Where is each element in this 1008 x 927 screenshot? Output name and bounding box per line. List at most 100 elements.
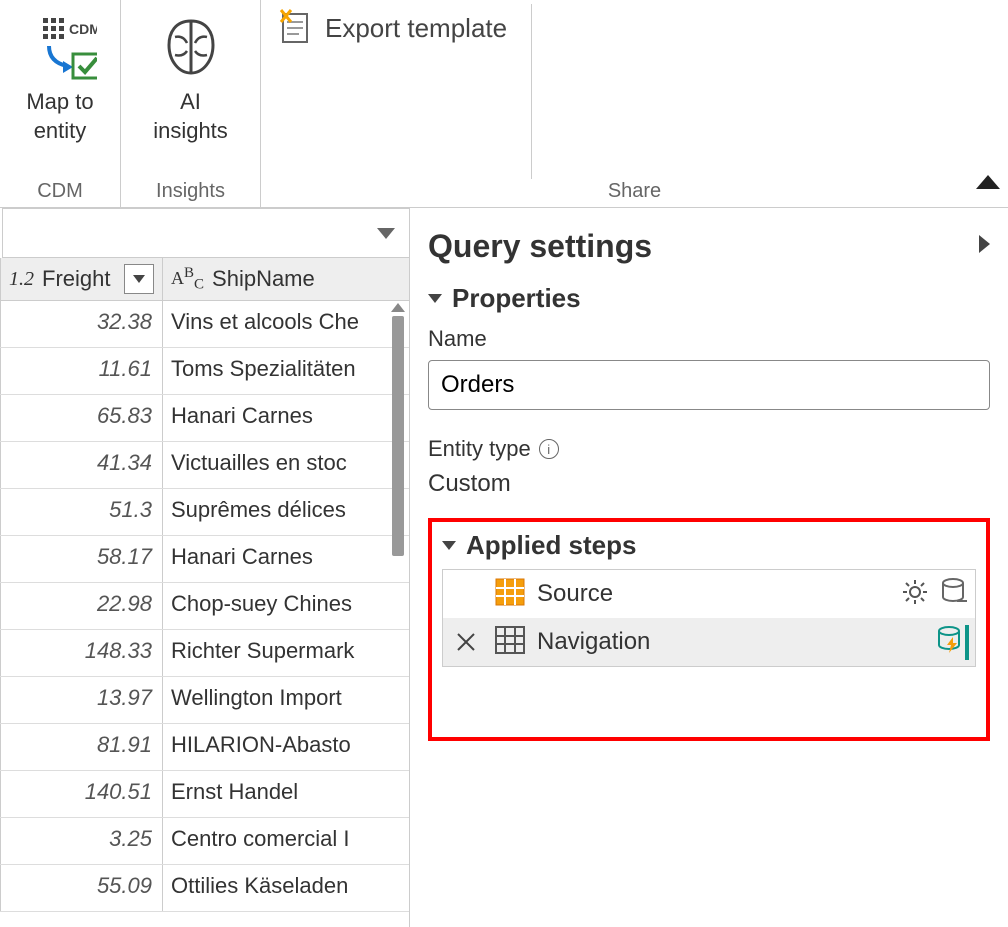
- table-row[interactable]: 22.98Chop-suey Chines: [0, 583, 409, 630]
- applied-steps-title: Applied steps: [466, 530, 636, 561]
- applied-steps-header[interactable]: Applied steps: [442, 530, 976, 561]
- data-preview-pane: 1.2 Freight ABC ShipName 32.38Vins et al…: [0, 208, 410, 927]
- scroll-up-icon: [391, 303, 405, 312]
- cell-freight[interactable]: 32.38: [0, 301, 163, 347]
- cell-shipname[interactable]: Victuailles en stoc: [163, 442, 409, 488]
- cell-freight[interactable]: 51.3: [0, 489, 163, 535]
- applied-step-source[interactable]: Source: [443, 570, 975, 618]
- export-template-icon: [277, 8, 313, 49]
- table-row[interactable]: 55.09Ottilies Käseladen: [0, 865, 409, 912]
- cell-freight[interactable]: 148.33: [0, 630, 163, 676]
- ribbon-group-label-insights: Insights: [156, 174, 225, 203]
- chevron-down-icon: [377, 228, 395, 239]
- step-name: Navigation: [537, 628, 925, 656]
- column-header-shipname[interactable]: ABC ShipName: [163, 258, 409, 300]
- column-header-freight[interactable]: 1.2 Freight: [0, 258, 163, 300]
- ribbon: CDM Map to entity CDM AI insights Insigh…: [0, 0, 1008, 208]
- entity-type-label-text: Entity type: [428, 436, 531, 462]
- chevron-down-icon: [428, 294, 442, 303]
- cell-freight[interactable]: 3.25: [0, 818, 163, 864]
- gear-icon[interactable]: [901, 578, 929, 611]
- ribbon-group-cdm: CDM Map to entity CDM: [0, 0, 120, 207]
- caret-down-icon: [133, 275, 145, 283]
- applied-steps-section: Applied steps Source: [428, 518, 990, 741]
- ribbon-group-share: Export template Share: [260, 0, 1008, 207]
- ribbon-group-label-share: Share: [261, 174, 1008, 203]
- table-row[interactable]: 3.25Centro comercial I: [0, 818, 409, 865]
- map-to-entity-button[interactable]: CDM Map to entity: [15, 8, 105, 149]
- cell-shipname[interactable]: Toms Spezialitäten: [163, 348, 409, 394]
- svg-text:CDM: CDM: [69, 21, 97, 37]
- chevron-down-icon: [442, 541, 456, 550]
- query-settings-header: Query settings: [428, 228, 990, 265]
- decimal-type-icon: 1.2: [9, 268, 34, 291]
- cell-shipname[interactable]: Richter Supermark: [163, 630, 409, 676]
- cell-freight[interactable]: 11.61: [0, 348, 163, 394]
- properties-section-header[interactable]: Properties: [428, 283, 990, 314]
- main: 1.2 Freight ABC ShipName 32.38Vins et al…: [0, 208, 1008, 927]
- collapse-ribbon-button[interactable]: [976, 175, 1000, 194]
- vertical-scrollbar[interactable]: [387, 301, 409, 927]
- chevron-up-icon: [976, 175, 1000, 189]
- step-name: Source: [537, 580, 889, 608]
- table-row[interactable]: 32.38Vins et alcools Che: [0, 301, 409, 348]
- cell-shipname[interactable]: Wellington Import: [163, 677, 409, 723]
- column-header-freight-label: Freight: [42, 266, 110, 292]
- delete-step-button[interactable]: [449, 632, 483, 652]
- applied-step-navigation[interactable]: Navigation: [443, 618, 975, 666]
- cell-shipname[interactable]: Ottilies Käseladen: [163, 865, 409, 911]
- table-row[interactable]: 58.17Hanari Carnes: [0, 536, 409, 583]
- info-icon[interactable]: i: [539, 439, 559, 459]
- text-type-icon: ABC: [171, 265, 204, 294]
- table-row[interactable]: 81.91HILARION-Abasto: [0, 724, 409, 771]
- query-settings-title: Query settings: [428, 228, 652, 265]
- entity-type-value: Custom: [428, 470, 990, 498]
- cell-freight[interactable]: 58.17: [0, 536, 163, 582]
- expand-query-settings-button[interactable]: [979, 235, 990, 258]
- close-icon: [456, 632, 476, 652]
- export-template-button[interactable]: Export template: [325, 13, 507, 44]
- table-row[interactable]: 65.83Hanari Carnes: [0, 395, 409, 442]
- table-body: 32.38Vins et alcools Che11.61Toms Spezia…: [0, 301, 409, 927]
- table-row[interactable]: 140.51Ernst Handel: [0, 771, 409, 818]
- table-row[interactable]: 13.97Wellington Import: [0, 677, 409, 724]
- table-row[interactable]: 41.34Victuailles en stoc: [0, 442, 409, 489]
- cell-shipname[interactable]: Suprêmes délices: [163, 489, 409, 535]
- ai-insights-label: AI insights: [153, 88, 228, 145]
- formula-bar[interactable]: [2, 208, 409, 258]
- table-icon: [495, 578, 525, 611]
- name-input[interactable]: [428, 360, 990, 410]
- cdm-icon: CDM: [23, 12, 97, 84]
- cell-freight[interactable]: 81.91: [0, 724, 163, 770]
- cell-freight[interactable]: 55.09: [0, 865, 163, 911]
- cell-freight[interactable]: 41.34: [0, 442, 163, 488]
- entity-type-label: Entity type i: [428, 436, 990, 462]
- query-settings-pane: Query settings Properties Name Entity ty…: [410, 208, 1008, 927]
- database-lightning-icon[interactable]: [937, 625, 969, 660]
- chevron-right-icon: [979, 235, 990, 253]
- cell-freight[interactable]: 140.51: [0, 771, 163, 817]
- name-field-label: Name: [428, 326, 990, 352]
- table-row[interactable]: 148.33Richter Supermark: [0, 630, 409, 677]
- applied-steps-list: Source: [442, 569, 976, 667]
- database-icon[interactable]: [941, 577, 969, 612]
- cell-freight[interactable]: 13.97: [0, 677, 163, 723]
- brain-icon: [157, 12, 225, 84]
- map-to-entity-label: Map to entity: [26, 88, 93, 145]
- table-row[interactable]: 51.3Suprêmes délices: [0, 489, 409, 536]
- cell-shipname[interactable]: Centro comercial I: [163, 818, 409, 864]
- cell-freight[interactable]: 22.98: [0, 583, 163, 629]
- divider: [531, 4, 532, 179]
- table-row[interactable]: 11.61Toms Spezialitäten: [0, 348, 409, 395]
- cell-shipname[interactable]: Chop-suey Chines: [163, 583, 409, 629]
- cell-shipname[interactable]: HILARION-Abasto: [163, 724, 409, 770]
- table-header: 1.2 Freight ABC ShipName: [0, 258, 409, 301]
- ai-insights-button[interactable]: AI insights: [145, 8, 236, 149]
- column-filter-button[interactable]: [124, 264, 154, 294]
- scroll-thumb[interactable]: [392, 316, 404, 556]
- cell-shipname[interactable]: Hanari Carnes: [163, 536, 409, 582]
- cell-shipname[interactable]: Ernst Handel: [163, 771, 409, 817]
- cell-shipname[interactable]: Hanari Carnes: [163, 395, 409, 441]
- cell-shipname[interactable]: Vins et alcools Che: [163, 301, 409, 347]
- cell-freight[interactable]: 65.83: [0, 395, 163, 441]
